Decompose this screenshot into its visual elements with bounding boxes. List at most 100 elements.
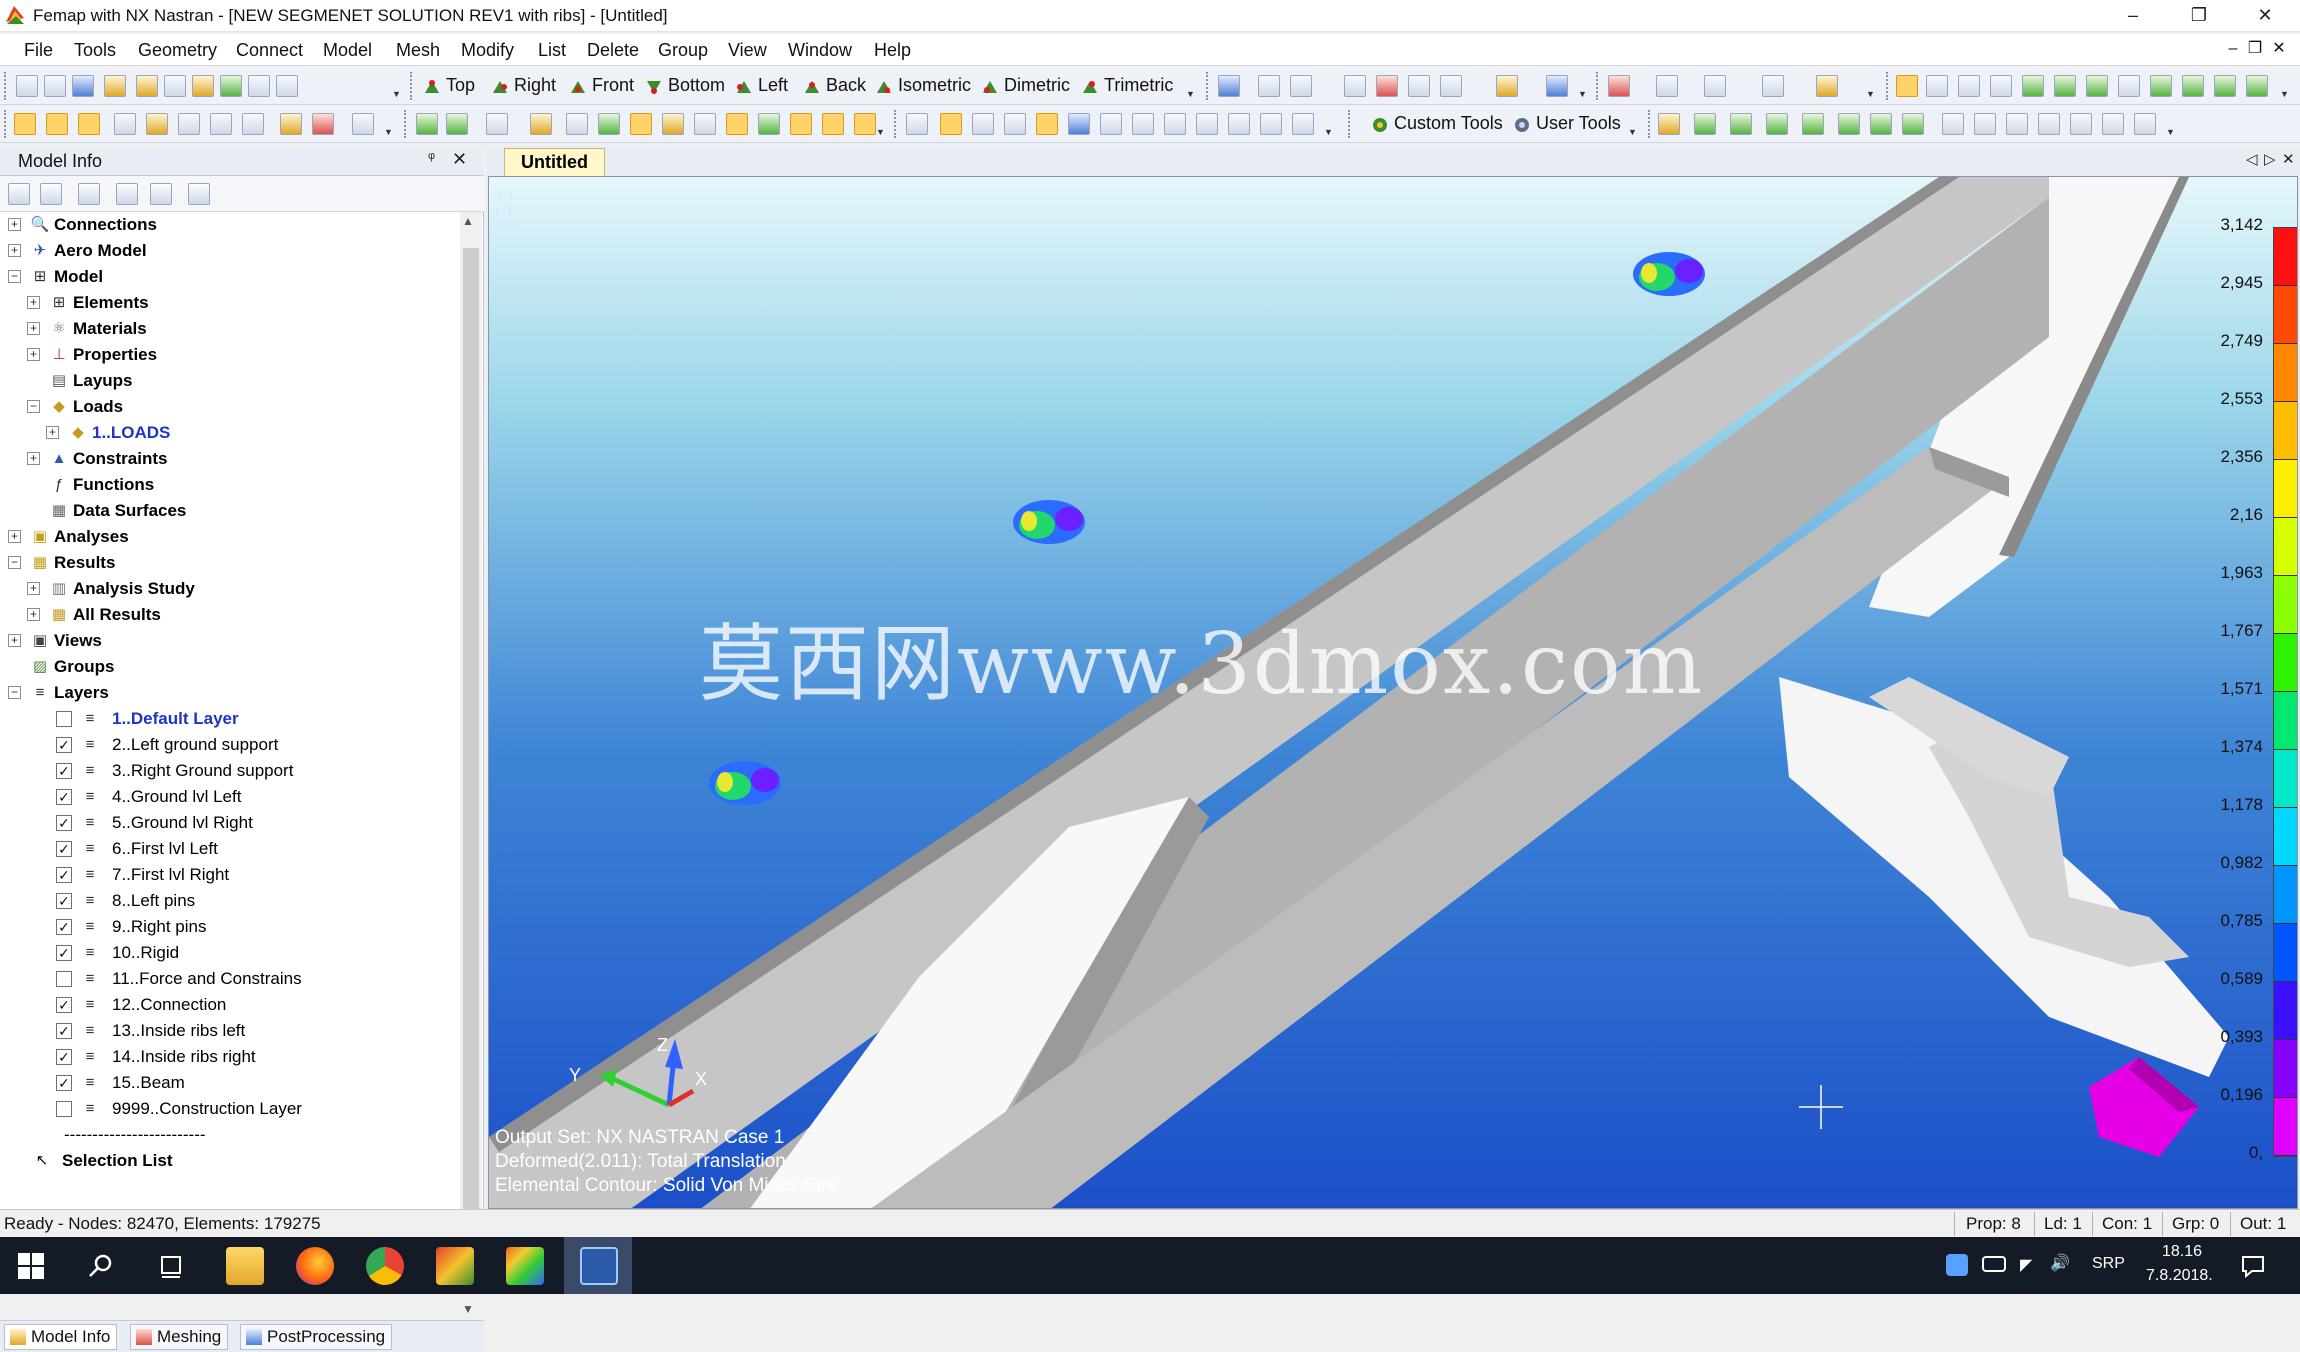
toolbar-grip[interactable]	[404, 110, 408, 138]
deform-icon[interactable]	[1546, 75, 1568, 97]
menu-tools[interactable]: Tools	[74, 40, 116, 61]
layout-icon[interactable]	[248, 75, 270, 97]
layer-visibility-checkbox[interactable]	[56, 1101, 72, 1117]
view-rotate-icon[interactable]	[1218, 75, 1240, 97]
panel-close-icon[interactable]: ✕	[452, 149, 467, 170]
table-icon[interactable]	[1036, 113, 1058, 135]
toolbar-dropdown-arrow[interactable]: ▼	[392, 89, 402, 99]
layer-item[interactable]: ✓ ≡ 14..Inside ribs right	[0, 1044, 460, 1070]
freebody-icon[interactable]	[2134, 113, 2156, 135]
picture-save-icon[interactable]	[220, 75, 242, 97]
layer-visibility-checkbox[interactable]: ✓	[56, 1023, 72, 1039]
tab-model-info[interactable]: Model Info	[4, 1324, 118, 1350]
show-constraints-icon[interactable]	[2086, 75, 2108, 97]
layer-item[interactable]: ✓ ≡ 7..First lvl Right	[0, 862, 460, 888]
tab-close-icon[interactable]: ✕	[2282, 150, 2295, 168]
model-load-icon[interactable]	[1658, 113, 1680, 135]
layer-item[interactable]: ≡ 9999..Construction Layer	[0, 1096, 460, 1122]
graph-icon[interactable]	[2006, 113, 2028, 135]
collapse-icon[interactable]: −	[8, 556, 21, 569]
mdi-close-button[interactable]: ✕	[2268, 38, 2290, 60]
tree-filter-icon[interactable]	[78, 183, 100, 205]
show-elements-icon[interactable]	[2022, 75, 2044, 97]
paste-icon[interactable]	[164, 75, 186, 97]
animate-icon[interactable]	[2102, 113, 2124, 135]
render-icon[interactable]	[1440, 75, 1462, 97]
workplane-icon[interactable]	[1816, 75, 1838, 97]
show-groups-icon[interactable]	[2214, 75, 2236, 97]
tree-item-all-results[interactable]: + ▦ All Results	[0, 602, 460, 628]
view-trimetric-button[interactable]: Trimetric	[1078, 75, 1173, 99]
curve-icon[interactable]	[566, 113, 588, 135]
toolbar-dropdown-arrow[interactable]: ▼	[2280, 89, 2290, 99]
array-icon[interactable]	[972, 113, 994, 135]
tree-move-icon[interactable]	[116, 183, 138, 205]
layer-item[interactable]: ✓ ≡ 12..Connection	[0, 992, 460, 1018]
search-icon[interactable]	[88, 1253, 114, 1279]
toolbar-dropdown-arrow[interactable]: ▼	[2166, 127, 2176, 137]
tree-item-selection-list[interactable]: ↖ Selection List	[0, 1148, 460, 1174]
api-programming-icon[interactable]	[178, 113, 200, 135]
menu-delete[interactable]: Delete	[587, 40, 639, 61]
tree-item-materials[interactable]: + ⚛ Materials	[0, 316, 460, 342]
view-bottom-button[interactable]: Bottom	[642, 75, 725, 99]
tree-item-analyses[interactable]: + ▣ Analyses	[0, 524, 460, 550]
tree-item-layups[interactable]: ▤ Layups	[0, 368, 460, 394]
toolbar-grip[interactable]	[4, 72, 8, 100]
node-icon[interactable]	[1132, 113, 1154, 135]
view-back-button[interactable]: Back	[800, 75, 866, 99]
toolbar-grip[interactable]	[1348, 110, 1352, 138]
record-icon[interactable]	[312, 113, 334, 135]
view-right-button[interactable]: Right	[488, 75, 556, 99]
menu-connect[interactable]: Connect	[236, 40, 303, 61]
toolbar-dropdown-arrow[interactable]: ▼	[1866, 89, 1876, 99]
battery-icon[interactable]	[1982, 1256, 2006, 1272]
pick-icon[interactable]	[1656, 75, 1678, 97]
model-force-icon[interactable]	[1694, 113, 1716, 135]
bolt-icon[interactable]	[1228, 113, 1250, 135]
edit-icon[interactable]	[352, 113, 374, 135]
zoom-box-icon[interactable]	[1258, 75, 1280, 97]
expand-icon[interactable]: +	[8, 218, 21, 231]
solid-icon[interactable]	[694, 113, 716, 135]
tree-expand-icon[interactable]	[8, 183, 30, 205]
extrude-icon[interactable]	[726, 113, 748, 135]
expand-icon[interactable]: +	[27, 296, 40, 309]
save-icon[interactable]	[72, 75, 94, 97]
grid-icon[interactable]	[1004, 113, 1026, 135]
collapse-icon[interactable]: −	[27, 400, 40, 413]
layer-visibility-checkbox[interactable]	[56, 711, 72, 727]
postprocessing-toggle-icon[interactable]	[78, 113, 100, 135]
text-icon[interactable]	[630, 113, 652, 135]
tree-item-groups[interactable]: ▨ Groups	[0, 654, 460, 680]
tab-scroll-right-icon[interactable]: ▷	[2264, 150, 2276, 168]
layer-visibility-checkbox[interactable]: ✓	[56, 945, 72, 961]
user-tools-button[interactable]: User Tools	[1510, 113, 1621, 137]
view-isometric-button[interactable]: Isometric	[872, 75, 971, 99]
toolbar-dropdown-arrow[interactable]: ▼	[876, 127, 886, 137]
view-layout-icon[interactable]	[1408, 75, 1430, 97]
rbe-icon[interactable]	[1164, 113, 1186, 135]
model-moment-icon[interactable]	[1802, 113, 1824, 135]
picture-copy-icon[interactable]	[192, 75, 214, 97]
toolbar-grip[interactable]	[1886, 72, 1890, 100]
menu-mesh[interactable]: Mesh	[396, 40, 440, 61]
layer-item[interactable]: ✓ ≡ 3..Right Ground support	[0, 758, 460, 784]
layer-visibility-checkbox[interactable]: ✓	[56, 789, 72, 805]
layer-visibility-checkbox[interactable]: ✓	[56, 893, 72, 909]
wifi-icon[interactable]: ◤	[2020, 1255, 2032, 1275]
task-view-icon[interactable]	[158, 1253, 184, 1279]
tree-item-data-surfaces[interactable]: ▦ Data Surfaces	[0, 498, 460, 524]
layer-visibility-checkbox[interactable]: ✓	[56, 841, 72, 857]
view-front-button[interactable]: Front	[566, 75, 634, 99]
label-icon[interactable]	[486, 113, 508, 135]
messages-icon[interactable]	[210, 113, 232, 135]
model-pressure-icon[interactable]	[1730, 113, 1752, 135]
layer-item[interactable]: ✓ ≡ 4..Ground lvl Left	[0, 784, 460, 810]
menu-view[interactable]: View	[728, 40, 767, 61]
toolbar-dropdown-arrow[interactable]: ▼	[384, 127, 394, 137]
meshing-toggle-icon[interactable]	[46, 113, 68, 135]
toolbar-grip[interactable]	[1206, 72, 1210, 100]
tree-sort-icon[interactable]	[150, 183, 172, 205]
graphics-viewport[interactable]: V:1 L:1 C:1 Z Y X 莫西网www.3dmox.com Outpu…	[488, 176, 2298, 1209]
